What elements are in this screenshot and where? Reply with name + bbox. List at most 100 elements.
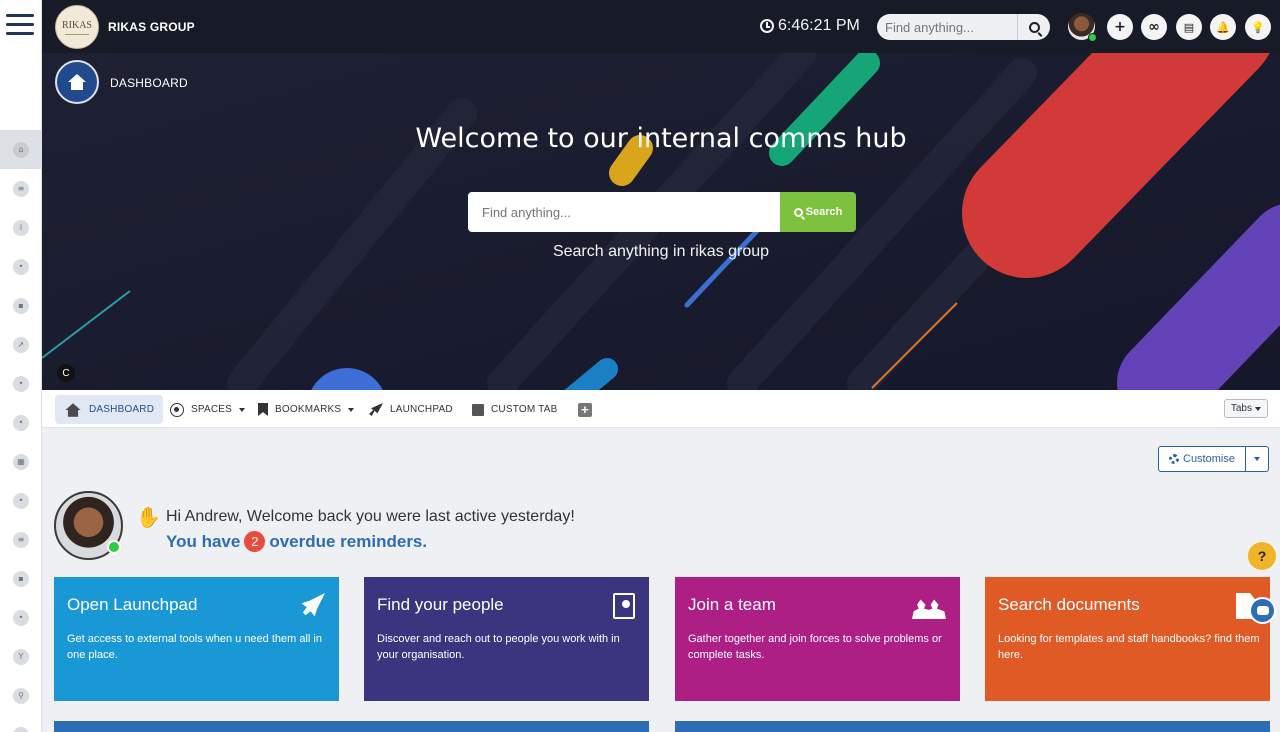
tab-label: DASHBOARD: [89, 404, 155, 415]
chevron-down-icon: [1255, 406, 1261, 411]
rocket-icon: [301, 593, 325, 617]
card-description: Gather together and join forces to solve…: [688, 633, 942, 661]
sidebar-item-awards[interactable]: •: [0, 481, 42, 520]
card-search-documents[interactable]: Search documents Looking for templates a…: [985, 577, 1270, 701]
waving-hand-icon: ✋: [136, 505, 161, 529]
sidebar-item-calendar[interactable]: ▦: [0, 442, 42, 481]
left-sidebar: ⌂ ≡ i • ▪ ➚ • • ▦ • ≡ ▪ • Y ⚲ ▯: [0, 0, 42, 732]
home-icon: [65, 402, 81, 417]
sidebar-item-info[interactable]: i: [0, 208, 42, 247]
tab-launchpad[interactable]: LAUNCHPAD: [360, 395, 462, 424]
clock: 6:46:21 PM: [760, 17, 860, 35]
tab-custom[interactable]: CUSTOM TAB: [463, 395, 566, 424]
dashboard-home-button[interactable]: [55, 60, 99, 104]
link-icon: ∞: [1148, 19, 1160, 35]
lists-icon: ≡: [13, 531, 29, 548]
chevron-down-icon: [1253, 457, 1260, 461]
hero-search-button[interactable]: Search: [780, 192, 856, 232]
links-button[interactable]: ∞: [1141, 14, 1167, 40]
reminders-prefix: You have: [166, 531, 241, 551]
rocket-icon: [369, 403, 383, 416]
hero-subtitle: Search anything in rikas group: [552, 243, 770, 260]
app-root: ⌂ ≡ i • ▪ ➚ • • ▦ • ≡ ▪ • Y ⚲ ▯ RIKAS RIKAS GROUP 6:46:…: [0, 0, 1280, 732]
lightbulb-icon: 💡: [1251, 20, 1265, 34]
sidebar-item-notes[interactable]: ▪: [0, 559, 42, 598]
chat-button[interactable]: [1249, 597, 1276, 624]
sidebar-item-lists[interactable]: ≡: [0, 520, 42, 559]
sidebar-item-feed[interactable]: ≡: [0, 169, 42, 208]
notifications-button[interactable]: 🔔: [1210, 14, 1236, 40]
people-icon: [912, 599, 946, 619]
sidebar-item-trophy[interactable]: Y: [0, 637, 42, 676]
tab-dashboard[interactable]: DASHBOARD: [55, 395, 164, 424]
add-tab-button[interactable]: +: [569, 395, 601, 424]
tab-label: SPACES: [191, 404, 233, 415]
company-logo[interactable]: RIKAS: [55, 5, 99, 49]
card-find-people[interactable]: Find your people Discover and reach out …: [364, 577, 649, 701]
globe-icon: •: [13, 609, 29, 626]
customise-button[interactable]: Customise: [1158, 446, 1246, 472]
card-description: Looking for templates and staff handbook…: [998, 633, 1260, 661]
user-avatar-small[interactable]: [1068, 13, 1097, 42]
sidebar-item-launchpad[interactable]: ➚: [0, 325, 42, 364]
calendar-icon: ▤: [1183, 20, 1195, 34]
tab-label: CUSTOM TAB: [491, 404, 558, 415]
sidebar-item-apps[interactable]: ▪: [0, 286, 42, 325]
ideas-button[interactable]: 💡: [1245, 14, 1271, 40]
calendar-icon: ▦: [13, 453, 29, 470]
home-icon: [68, 74, 86, 90]
top-search-button[interactable]: [1017, 14, 1050, 40]
clock-time: 6:46:21 PM: [778, 17, 860, 34]
corner-badge[interactable]: C: [57, 364, 75, 382]
breadcrumb: DASHBOARD: [110, 76, 188, 90]
notes-icon: ▪: [13, 570, 29, 587]
user-avatar[interactable]: [54, 491, 123, 560]
bookmark-icon: [258, 403, 268, 416]
card-title: Search documents: [998, 595, 1140, 614]
bell-icon: 🔔: [1216, 20, 1230, 34]
hero-title: Welcome to our internal comms hub: [415, 123, 907, 154]
tab-bookmarks[interactable]: BOOKMARKS: [249, 395, 363, 424]
plus-icon: +: [578, 402, 592, 417]
sidebar-item-files[interactable]: ▯: [0, 715, 42, 732]
customise-dropdown-button[interactable]: [1245, 446, 1269, 472]
search-icon: [1028, 21, 1040, 33]
sidebar-item-globe[interactable]: •: [0, 598, 42, 637]
sidebar-item-home[interactable]: ⌂: [0, 130, 42, 169]
card-open-launchpad[interactable]: Open Launchpad Get access to external to…: [54, 577, 339, 701]
card-join-team[interactable]: Join a team Gather together and join for…: [675, 577, 960, 701]
trophy-icon: Y: [13, 648, 29, 665]
overdue-reminders-link[interactable]: You have 2 overdue reminders.: [166, 531, 427, 552]
card-title: Find your people: [377, 595, 504, 614]
calendar-button[interactable]: ▤: [1176, 14, 1202, 40]
widget-header-left: [54, 721, 649, 732]
hero-banner: DASHBOARD Welcome to our internal comms …: [42, 53, 1280, 390]
sidebar-item-search[interactable]: ⚲: [0, 676, 42, 715]
sidebar-nav: ⌂ ≡ i • ▪ ➚ • • ▦ • ≡ ▪ • Y ⚲ ▯: [0, 130, 42, 732]
hero-search-input[interactable]: [468, 192, 780, 232]
top-search-input[interactable]: [877, 14, 1017, 40]
card-title: Open Launchpad: [67, 595, 198, 614]
apps-icon: ▪: [13, 297, 29, 314]
sidebar-item-chat[interactable]: •: [0, 403, 42, 442]
awards-icon: •: [13, 492, 29, 509]
tabs-dropdown-button[interactable]: Tabs: [1223, 399, 1268, 418]
reminders-count-badge: 2: [244, 531, 266, 552]
greeting-text: Hi Andrew, Welcome back you were last ac…: [166, 508, 575, 525]
hero-search-bar: Search: [468, 192, 856, 232]
sidebar-item-groups[interactable]: •: [0, 247, 42, 286]
brand-name: RIKAS GROUP: [108, 20, 195, 34]
top-search-bar: [877, 14, 1050, 40]
online-status-dot: [107, 540, 121, 554]
feed-icon: ≡: [13, 180, 29, 197]
tab-label: BOOKMARKS: [275, 404, 342, 415]
online-status-dot: [1088, 33, 1097, 42]
tab-spaces[interactable]: SPACES: [161, 395, 254, 424]
plus-icon: +: [1114, 19, 1126, 35]
search-icon: ⚲: [13, 687, 29, 704]
hamburger-menu-icon[interactable]: [6, 14, 34, 38]
help-button[interactable]: ?: [1248, 542, 1276, 570]
add-button[interactable]: +: [1107, 14, 1133, 40]
contact-book-icon: [613, 593, 635, 619]
sidebar-item-people[interactable]: •: [0, 364, 42, 403]
